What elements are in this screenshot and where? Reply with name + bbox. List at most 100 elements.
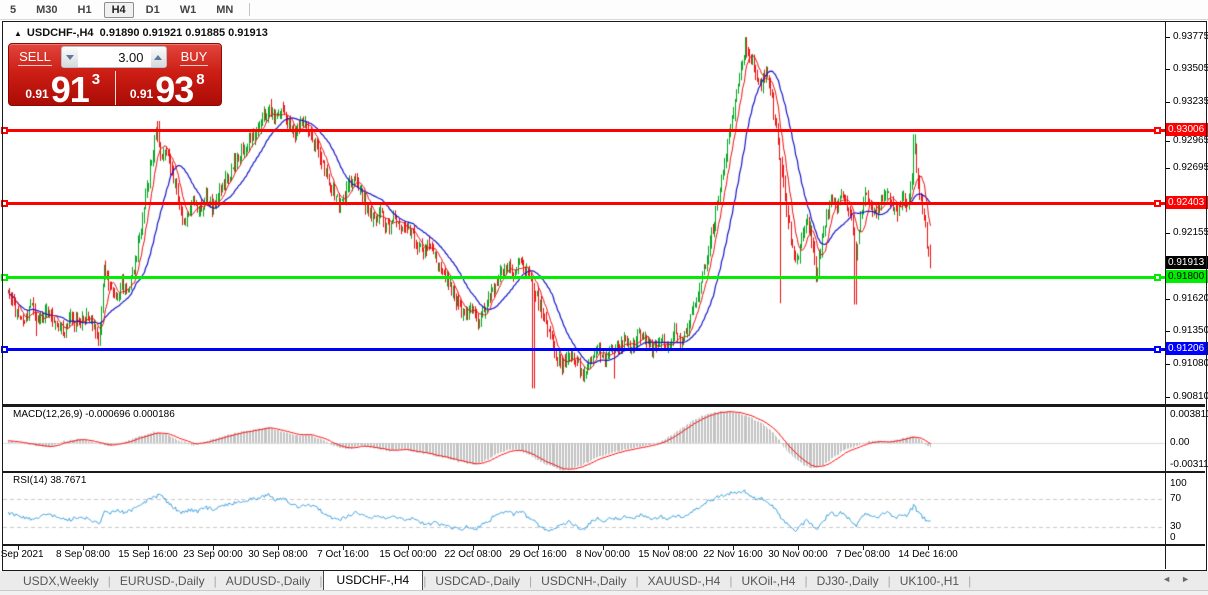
time-tick-label: 30 Nov 00:00 — [768, 549, 828, 560]
time-tick-label: 15 Oct 00:00 — [379, 549, 436, 560]
level-line-handle[interactable] — [1, 200, 8, 207]
level-line-handle[interactable] — [1, 274, 8, 281]
price-badge-0.91800: 0.91800 — [1166, 270, 1208, 283]
sell-price-pip: 3 — [92, 71, 100, 88]
indicator-axis-label: 0 — [1170, 532, 1176, 543]
price-tick-label: 0.92695 — [1173, 162, 1208, 173]
price-tick-mark — [1166, 168, 1170, 169]
panel-divider-main-macd[interactable] — [3, 404, 1205, 407]
timeframe-button-d1[interactable]: D1 — [138, 2, 168, 18]
time-tick-label: 7 Oct 16:00 — [317, 549, 369, 560]
price-tick-label: 0.90810 — [1173, 391, 1208, 402]
time-tick-label: 7 Dec 08:00 — [836, 549, 890, 560]
level-line-0.91206[interactable] — [3, 348, 1165, 351]
level-line-0.93006[interactable] — [3, 129, 1165, 132]
indicator-axis-label: 30 — [1170, 521, 1181, 532]
indicator-axis-label: -0.003115 — [1170, 459, 1208, 470]
timeframe-button-w1[interactable]: W1 — [172, 2, 205, 18]
tab-scroll-right-icon[interactable]: ► — [1181, 574, 1200, 584]
price-tick-mark — [1166, 299, 1170, 300]
triangle-down-icon — [66, 55, 74, 60]
indicator-axis-label: 0.003811 — [1170, 409, 1208, 420]
sell-button[interactable]: SELL — [12, 46, 58, 68]
price-tick-label: 0.91350 — [1173, 325, 1208, 336]
price-tick-mark — [1166, 141, 1170, 142]
volume-decrease-button[interactable] — [62, 47, 78, 67]
chart-tab-audusd-daily[interactable]: AUDUSD-,Daily — [217, 573, 320, 589]
time-tick-label: 22 Nov 16:00 — [703, 549, 763, 560]
price-axis-border — [1165, 22, 1166, 569]
timeframe-button-mn[interactable]: MN — [208, 2, 241, 18]
volume-input[interactable] — [78, 47, 151, 67]
time-tick-label: 14 Dec 16:00 — [898, 549, 958, 560]
chart-ohlc-values: 0.91890 0.91921 0.91885 0.91913 — [100, 27, 268, 39]
price-tick-label: 0.93775 — [1173, 31, 1208, 42]
chart-title: ▲ USDCHF-,H4 0.91890 0.91921 0.91885 0.91… — [14, 27, 268, 39]
buy-button[interactable]: BUY — [170, 46, 218, 68]
time-tick-label: 23 Sep 00:00 — [183, 549, 243, 560]
price-tick-label: 0.93235 — [1173, 96, 1208, 107]
toolbar-separator — [249, 3, 250, 16]
price-badge-0.91206: 0.91206 — [1166, 342, 1208, 355]
chart-symbol: USDCHF-,H4 — [27, 27, 94, 39]
sell-price-prefix: 0.91 — [25, 87, 48, 101]
price-badge-0.91913: 0.91913 — [1166, 256, 1208, 269]
chart-tab-usdcnh-daily[interactable]: USDCNH-,Daily — [532, 573, 635, 589]
chart-tab-eurusd-daily[interactable]: EURUSD-,Daily — [111, 573, 214, 589]
buy-price-big: 93 — [155, 74, 193, 106]
price-badge-0.93006: 0.93006 — [1166, 123, 1208, 136]
level-line-handle[interactable] — [1, 346, 8, 353]
chart-tab-xauusd-h4[interactable]: XAUUSD-,H4 — [639, 573, 730, 589]
level-line-handle[interactable] — [1154, 274, 1161, 281]
chart-tab-ukoil-h4[interactable]: UKOil-,H4 — [732, 573, 804, 589]
chart-tab-uk100-h1[interactable]: UK100-,H1 — [891, 573, 968, 589]
timeframe-button-h4[interactable]: H4 — [104, 2, 134, 18]
level-line-0.92403[interactable] — [3, 202, 1165, 205]
mt4-window: 5M30 H1H4D1W1MN ▲ USDCHF-,H4 0.91890 0.919… — [0, 0, 1208, 595]
indicator-axis-label: 70 — [1170, 493, 1181, 504]
rsi-panel-canvas[interactable] — [3, 473, 1165, 544]
tab-separator: | — [968, 574, 971, 588]
panel-divider-macd-rsi[interactable] — [3, 471, 1205, 473]
chart-tab-usdx-weekly[interactable]: USDX,Weekly — [14, 573, 108, 589]
tab-scroll-arrows: ◄► — [1162, 574, 1200, 584]
timeframe-button-5[interactable]: 5 — [2, 2, 24, 18]
macd-panel-canvas[interactable] — [3, 407, 1165, 471]
indicator-axis-label: 100 — [1170, 478, 1187, 489]
price-tick-label: 0.92155 — [1173, 227, 1208, 238]
volume-stepper — [61, 46, 167, 68]
chart-tab-dj30-daily[interactable]: DJ30-,Daily — [808, 573, 888, 589]
chart-tab-usdcad-daily[interactable]: USDCAD-,Daily — [426, 573, 529, 589]
price-tick-label: 0.91080 — [1173, 358, 1208, 369]
time-tick-label: 15 Sep 16:00 — [118, 549, 178, 560]
triangle-up-icon — [154, 55, 162, 60]
indicator-axis-label: 0.00 — [1170, 437, 1189, 448]
time-tick-label: 15 Nov 08:00 — [638, 549, 698, 560]
price-tick-label: 0.92965 — [1173, 135, 1208, 146]
price-divider — [115, 71, 116, 105]
timeframe-button-h1[interactable]: H1 — [70, 2, 100, 18]
level-line-0.91800[interactable] — [3, 276, 1165, 279]
level-line-handle[interactable] — [1154, 346, 1161, 353]
price-tick-mark — [1166, 233, 1170, 234]
time-tick-label: 8 Sep 08:00 — [56, 549, 110, 560]
volume-increase-button[interactable] — [151, 47, 167, 67]
timeframe-toolbar: 5M30 H1H4D1W1MN — [0, 0, 1208, 20]
time-tick-label: 29 Oct 16:00 — [509, 549, 566, 560]
sell-price-button[interactable]: 0.91 91 3 — [12, 70, 114, 106]
panel-divider-rsi-time — [3, 544, 1205, 546]
timeframe-button-m30[interactable]: M30 — [28, 2, 65, 18]
buy-price-button[interactable]: 0.91 93 8 — [117, 70, 219, 106]
chart-tab-usdchf-h4[interactable]: USDCHF-,H4 — [323, 570, 424, 590]
level-line-handle[interactable] — [1, 127, 8, 134]
rsi-label: RSI(14) 38.7671 — [13, 475, 86, 486]
price-tick-mark — [1166, 102, 1170, 103]
price-tick-mark — [1166, 331, 1170, 332]
price-tick-mark — [1166, 364, 1170, 365]
level-line-handle[interactable] — [1154, 127, 1161, 134]
tab-scroll-left-icon[interactable]: ◄ — [1162, 574, 1181, 584]
level-line-handle[interactable] — [1154, 200, 1161, 207]
chart-tab-bar: USDX,Weekly|EURUSD-,Daily|AUDUSD-,Daily|… — [0, 571, 1208, 590]
buy-button-label: BUY — [180, 49, 209, 66]
collapse-trade-panel-icon[interactable]: ▲ — [14, 29, 22, 38]
